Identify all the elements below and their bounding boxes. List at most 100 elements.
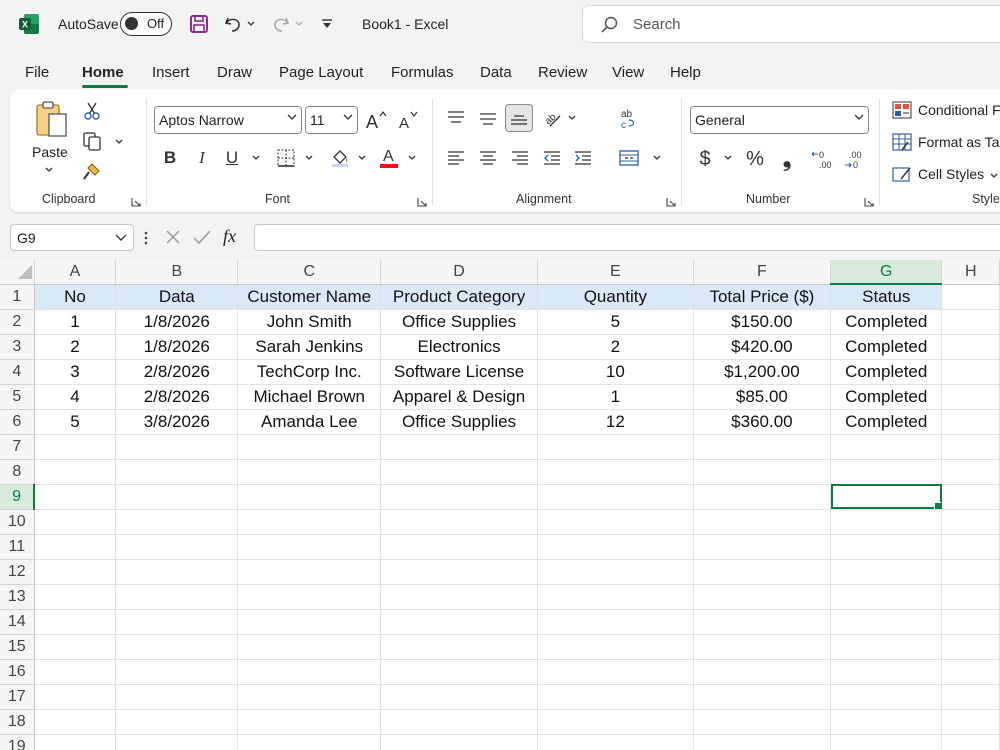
empty-cell[interactable] bbox=[115, 734, 239, 750]
empty-cell[interactable] bbox=[237, 534, 382, 560]
data-cell[interactable]: $150.00 bbox=[693, 309, 832, 335]
empty-cell[interactable] bbox=[34, 434, 117, 460]
empty-cell[interactable] bbox=[941, 659, 1000, 685]
align-bottom-icon[interactable] bbox=[505, 104, 533, 132]
empty-cell[interactable] bbox=[941, 284, 1000, 310]
empty-cell[interactable] bbox=[34, 659, 117, 685]
borders-icon[interactable] bbox=[274, 146, 298, 170]
empty-cell[interactable] bbox=[34, 584, 117, 610]
decrease-decimal-icon[interactable]: .00 0 bbox=[842, 146, 868, 172]
empty-cell[interactable] bbox=[941, 509, 1000, 535]
data-cell[interactable]: TechCorp Inc. bbox=[237, 359, 382, 385]
empty-cell[interactable] bbox=[115, 434, 239, 460]
data-cell[interactable]: Apparel & Design bbox=[380, 384, 538, 410]
row-header[interactable]: 6 bbox=[0, 409, 35, 435]
empty-cell[interactable] bbox=[941, 334, 1000, 360]
paste-dropdown-icon[interactable] bbox=[42, 164, 56, 176]
underline-button[interactable]: U bbox=[220, 146, 244, 170]
empty-cell[interactable] bbox=[830, 534, 943, 560]
fill-color-dropdown-icon[interactable] bbox=[355, 152, 369, 164]
empty-cell[interactable] bbox=[941, 459, 1000, 485]
empty-cell[interactable] bbox=[237, 584, 382, 610]
empty-cell[interactable] bbox=[115, 509, 239, 535]
empty-cell[interactable] bbox=[941, 434, 1000, 460]
column-header[interactable]: D bbox=[380, 260, 538, 285]
empty-cell[interactable] bbox=[237, 484, 382, 510]
row-header[interactable]: 2 bbox=[0, 309, 35, 335]
header-cell[interactable]: Data bbox=[115, 284, 239, 310]
redo-icon[interactable] bbox=[268, 11, 294, 37]
number-launcher-icon[interactable] bbox=[864, 194, 874, 207]
cancel-icon[interactable] bbox=[164, 228, 182, 246]
empty-cell[interactable] bbox=[830, 684, 943, 710]
empty-cell[interactable] bbox=[34, 509, 117, 535]
data-cell[interactable]: 12 bbox=[537, 409, 694, 435]
number-format-select[interactable]: General bbox=[690, 106, 869, 134]
empty-cell[interactable] bbox=[115, 484, 239, 510]
empty-cell[interactable] bbox=[941, 409, 1000, 435]
tab-help[interactable]: Help bbox=[670, 64, 701, 81]
empty-cell[interactable] bbox=[693, 534, 832, 560]
header-cell[interactable]: Customer Name bbox=[237, 284, 382, 310]
empty-cell[interactable] bbox=[237, 734, 382, 750]
empty-cell[interactable] bbox=[941, 584, 1000, 610]
data-cell[interactable]: Michael Brown bbox=[237, 384, 382, 410]
empty-cell[interactable] bbox=[693, 559, 832, 585]
empty-cell[interactable] bbox=[693, 684, 832, 710]
empty-cell[interactable] bbox=[830, 709, 943, 735]
row-header[interactable]: 3 bbox=[0, 334, 35, 360]
font-name-select[interactable]: Aptos Narrow bbox=[154, 106, 302, 134]
empty-cell[interactable] bbox=[380, 459, 538, 485]
row-header[interactable]: 14 bbox=[0, 609, 35, 635]
empty-cell[interactable] bbox=[941, 709, 1000, 735]
align-left-icon[interactable] bbox=[444, 146, 468, 170]
data-cell[interactable]: 3/8/2026 bbox=[115, 409, 239, 435]
tab-home[interactable]: Home bbox=[82, 64, 124, 81]
paste-label[interactable]: Paste bbox=[32, 144, 68, 160]
header-cell[interactable]: Product Category bbox=[380, 284, 538, 310]
conditional-formatting-button[interactable]: Conditional F bbox=[892, 100, 1000, 122]
data-cell[interactable]: 2/8/2026 bbox=[115, 359, 239, 385]
empty-cell[interactable] bbox=[941, 559, 1000, 585]
data-cell[interactable]: 1/8/2026 bbox=[115, 334, 239, 360]
active-cell[interactable] bbox=[830, 484, 943, 510]
search-box[interactable]: Search bbox=[582, 5, 1000, 43]
percent-button[interactable]: % bbox=[743, 146, 767, 172]
customize-toolbar-icon[interactable] bbox=[314, 11, 340, 37]
bold-button[interactable]: B bbox=[158, 146, 182, 170]
data-cell[interactable]: Software License bbox=[380, 359, 538, 385]
more-options-icon[interactable] bbox=[143, 229, 149, 247]
merge-center-icon[interactable] bbox=[617, 146, 641, 170]
increase-indent-icon[interactable] bbox=[571, 146, 595, 170]
column-header[interactable]: E bbox=[537, 260, 694, 285]
align-center-icon[interactable] bbox=[476, 146, 500, 170]
empty-cell[interactable] bbox=[830, 509, 943, 535]
data-cell[interactable]: 2 bbox=[537, 334, 694, 360]
empty-cell[interactable] bbox=[380, 559, 538, 585]
font-color-icon[interactable]: A bbox=[377, 146, 401, 170]
empty-cell[interactable] bbox=[941, 384, 1000, 410]
tab-review[interactable]: Review bbox=[538, 64, 587, 81]
empty-cell[interactable] bbox=[115, 459, 239, 485]
header-cell[interactable]: Quantity bbox=[537, 284, 694, 310]
row-header[interactable]: 19 bbox=[0, 734, 35, 750]
tab-file[interactable]: File bbox=[25, 64, 49, 81]
tab-draw[interactable]: Draw bbox=[217, 64, 252, 81]
alignment-launcher-icon[interactable] bbox=[666, 194, 676, 207]
autosave-toggle[interactable]: Off bbox=[120, 12, 172, 36]
row-header[interactable]: 16 bbox=[0, 659, 35, 685]
undo-dropdown-icon[interactable] bbox=[244, 11, 258, 37]
data-cell[interactable]: Completed bbox=[830, 359, 943, 385]
empty-cell[interactable] bbox=[115, 709, 239, 735]
column-header-selected[interactable]: G bbox=[830, 260, 943, 285]
header-cell[interactable]: Total Price ($) bbox=[693, 284, 832, 310]
increase-decimal-icon[interactable]: 0.00 bbox=[810, 146, 836, 172]
row-header[interactable]: 18 bbox=[0, 709, 35, 735]
row-header[interactable]: 10 bbox=[0, 509, 35, 535]
paste-icon[interactable] bbox=[33, 100, 71, 140]
italic-button[interactable]: I bbox=[190, 146, 214, 170]
empty-cell[interactable] bbox=[941, 534, 1000, 560]
decrease-font-size-icon[interactable]: A bbox=[396, 108, 420, 132]
column-header[interactable]: C bbox=[237, 260, 382, 285]
empty-cell[interactable] bbox=[537, 459, 694, 485]
